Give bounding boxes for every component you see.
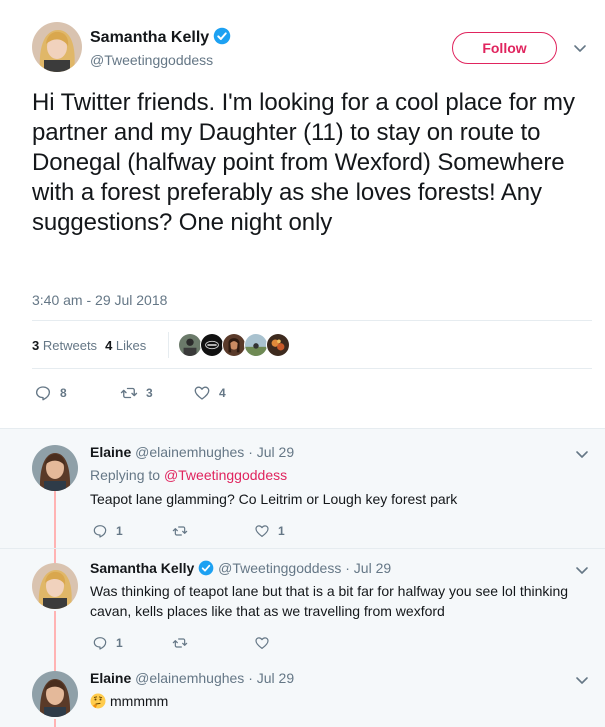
reply-author-name[interactable]: Samantha Kelly bbox=[90, 560, 194, 576]
reply-avatar[interactable] bbox=[32, 671, 78, 717]
like-count: 1 bbox=[278, 524, 285, 538]
divider bbox=[32, 320, 592, 321]
thread-line bbox=[54, 611, 56, 667]
reply-action[interactable]: 1 bbox=[92, 523, 123, 539]
reply-text: Teapot lane glamming? Co Leitrim or Loug… bbox=[90, 491, 458, 507]
reply-text: Was thinking of teapot lane but that is … bbox=[90, 583, 569, 619]
retweets-stat[interactable]: 3 Retweets bbox=[32, 338, 97, 353]
reply-text-content: mmmmm bbox=[110, 693, 169, 709]
retweet-icon bbox=[172, 526, 188, 536]
reply-action[interactable]: 8 bbox=[34, 384, 67, 402]
reply-author-handle[interactable]: @Tweetinggoddess bbox=[218, 560, 341, 576]
verified-badge-icon bbox=[213, 27, 231, 45]
reply-action[interactable]: 1 bbox=[92, 635, 123, 651]
liker-avatar[interactable] bbox=[200, 333, 224, 357]
thread-line bbox=[54, 719, 56, 727]
replying-to-prefix: Replying to bbox=[90, 467, 161, 483]
reply-author-handle[interactable]: @elainemhughes bbox=[135, 444, 244, 460]
tweet-stats: 3 Retweets 4 Likes bbox=[32, 338, 146, 353]
replying-to-handle[interactable]: @Tweetinggoddess bbox=[164, 467, 287, 483]
replying-to: Replying to @Tweetinggoddess bbox=[90, 467, 287, 483]
retweet-count: 3 bbox=[146, 386, 153, 400]
verified-badge-icon bbox=[198, 560, 214, 576]
stats-divider bbox=[168, 332, 169, 358]
reply-count: 8 bbox=[60, 386, 67, 400]
retweet-icon bbox=[120, 387, 138, 399]
like-action[interactable] bbox=[254, 635, 278, 651]
divider bbox=[32, 368, 592, 369]
reply-avatar[interactable] bbox=[32, 445, 78, 491]
reply-header: Elaine @elainemhughes · Jul 29 bbox=[90, 670, 294, 686]
likes-count: 4 bbox=[105, 338, 113, 353]
like-action[interactable]: 4 bbox=[193, 384, 226, 402]
author-handle[interactable]: @Tweetinggoddess bbox=[90, 52, 213, 68]
replies-section: Elaine @elainemhughes · Jul 29 Replying … bbox=[0, 428, 605, 727]
reply-count: 1 bbox=[116, 524, 123, 538]
retweets-label: Retweets bbox=[42, 338, 98, 353]
author-name-text[interactable]: Samantha Kelly bbox=[90, 29, 209, 46]
liker-avatar[interactable] bbox=[178, 333, 202, 357]
chevron-down-icon[interactable] bbox=[572, 40, 588, 56]
reply-author-name[interactable]: Elaine bbox=[90, 444, 131, 460]
reply-icon bbox=[93, 525, 107, 538]
author-avatar[interactable] bbox=[32, 22, 82, 72]
retweet-action[interactable]: 3 bbox=[120, 384, 153, 402]
heart-icon bbox=[194, 386, 210, 400]
reply-tweet[interactable]: Elaine @elainemhughes · Jul 29 mmmmm bbox=[0, 667, 605, 727]
chevron-down-icon[interactable] bbox=[574, 672, 590, 688]
liker-avatar[interactable] bbox=[222, 333, 246, 357]
thread-line bbox=[54, 549, 56, 563]
reply-author-name[interactable]: Elaine bbox=[90, 670, 131, 686]
tweet-timestamp[interactable]: 3:40 am - 29 Jul 2018 bbox=[32, 292, 167, 308]
reply-icon bbox=[93, 637, 107, 650]
retweet-action[interactable] bbox=[172, 523, 196, 539]
tweet-text: Hi Twitter friends. I'm looking for a co… bbox=[32, 89, 575, 236]
reply-icon bbox=[35, 386, 51, 401]
thinking-face-icon bbox=[90, 693, 106, 709]
retweet-icon bbox=[172, 638, 188, 648]
reply-tweet[interactable]: Elaine @elainemhughes · Jul 29 Replying … bbox=[0, 429, 605, 548]
main-tweet: Samantha Kelly @Tweetinggoddess Follow H… bbox=[0, 0, 605, 428]
likes-stat[interactable]: 4 Likes bbox=[105, 338, 146, 353]
like-count: 4 bbox=[219, 386, 226, 400]
reply-header: Samantha Kelly @Tweetinggoddess · Jul 29 bbox=[90, 560, 391, 576]
chevron-down-icon[interactable] bbox=[574, 446, 590, 462]
reply-author-handle[interactable]: @elainemhughes bbox=[135, 670, 244, 686]
reply-header: Elaine @elainemhughes · Jul 29 bbox=[90, 444, 294, 460]
liker-avatar[interactable] bbox=[244, 333, 268, 357]
reply-date[interactable]: · Jul 29 bbox=[248, 670, 294, 686]
heart-icon bbox=[255, 525, 269, 537]
heart-icon bbox=[255, 637, 269, 649]
reply-count: 1 bbox=[116, 636, 123, 650]
like-action[interactable]: 1 bbox=[254, 523, 285, 539]
likes-label: Likes bbox=[115, 338, 147, 353]
liker-avatar[interactable] bbox=[266, 333, 290, 357]
reply-text: mmmmm bbox=[90, 691, 585, 711]
reply-date[interactable]: · Jul 29 bbox=[345, 560, 391, 576]
reply-avatar[interactable] bbox=[32, 563, 78, 609]
author-name[interactable]: Samantha Kelly bbox=[90, 27, 231, 47]
follow-button[interactable]: Follow bbox=[452, 32, 557, 64]
retweet-action[interactable] bbox=[172, 635, 196, 651]
thread-line bbox=[54, 487, 56, 548]
retweets-count: 3 bbox=[32, 338, 40, 353]
reply-tweet[interactable]: Samantha Kelly @Tweetinggoddess · Jul 29… bbox=[0, 549, 605, 667]
reply-date[interactable]: · Jul 29 bbox=[248, 444, 294, 460]
chevron-down-icon[interactable] bbox=[574, 562, 590, 578]
